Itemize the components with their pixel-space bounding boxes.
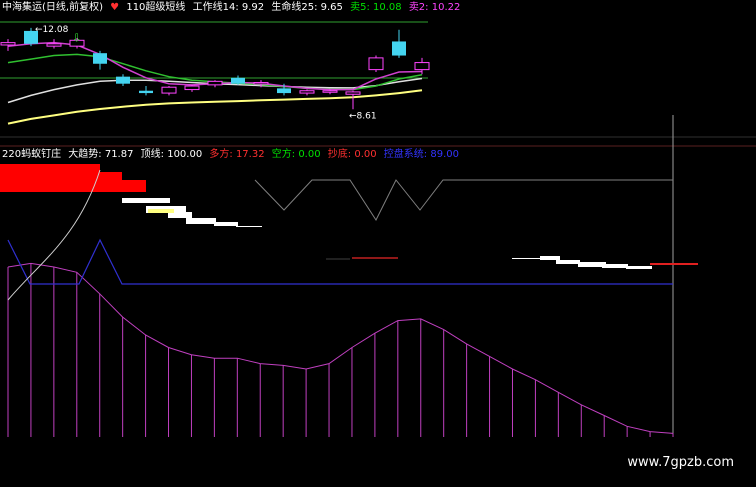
candle-body	[368, 57, 384, 71]
candle-body	[345, 91, 361, 95]
candle-body	[231, 77, 245, 84]
candle-body	[116, 76, 130, 84]
red-signal-block	[122, 180, 146, 192]
heart-icon: ♥	[110, 2, 120, 13]
yellow-tag-block	[148, 209, 174, 213]
candle-body	[161, 86, 177, 94]
indicator-panel-header: 220蚂蚁钉庄 大趋势: 71.87 顶线: 100.00 多方: 17.32 …	[2, 149, 463, 161]
candle-body	[93, 53, 107, 64]
chart-window: ←12.08 ←8.61 ⇩ 中海集运(日线,前复权) ♥ 110超级短线 工作线1…	[0, 0, 756, 487]
candle-body	[0, 42, 16, 46]
chart-canvas[interactable]: ←12.08 ←8.61 ⇩	[0, 0, 756, 487]
header-top-5: 卖5: 10.08	[350, 2, 402, 13]
header-bot-5: 抄底: 0.00	[327, 149, 377, 160]
white-signal-block	[236, 226, 262, 227]
white-signal-block	[122, 198, 170, 203]
header-bot-6: 控盘系统: 89.00	[383, 149, 459, 160]
candle-panel-header: 中海集运(日线,前复权) ♥ 110超级短线 工作线14: 9.92 生命线25…	[2, 2, 464, 14]
candle-body	[46, 43, 62, 47]
watermark-text: www.7gpzb.com	[627, 455, 734, 470]
header-bot-1: 大趋势: 71.87	[68, 149, 134, 160]
candle-body	[277, 88, 291, 94]
trend-line	[7, 262, 674, 434]
header-bot-2: 顶线: 100.00	[140, 149, 203, 160]
header-top-6: 卖2: 10.22	[408, 2, 461, 13]
red-signal-block	[100, 172, 122, 192]
candle-body	[139, 90, 153, 94]
white-signal-block	[556, 260, 580, 264]
header-top-0: 中海集运(日线,前复权)	[2, 2, 103, 13]
grey-zigzag-line	[254, 179, 673, 222]
header-bot-0: 220蚂蚁钉庄	[2, 149, 62, 160]
candle-body	[414, 62, 430, 71]
buy-arrow-icon: ⇩	[72, 32, 81, 45]
low-price-label: ←8.61	[349, 111, 377, 121]
candle-body	[299, 90, 315, 94]
white-signal-block	[186, 218, 216, 224]
candle-body	[207, 80, 223, 86]
candle-body	[392, 41, 406, 56]
candle-body	[184, 85, 200, 91]
red-signal-block	[0, 164, 100, 192]
white-signal-block	[578, 262, 606, 267]
header-bot-4: 空方: 0.00	[271, 149, 321, 160]
white-signal-block	[512, 258, 542, 259]
candle-body	[253, 82, 269, 85]
white-signal-block	[540, 256, 560, 260]
header-top-4: 生命线25: 9.65	[271, 2, 343, 13]
header-top-2: 110超级短线	[126, 2, 186, 13]
candle-body	[322, 90, 338, 93]
white-signal-block	[214, 222, 238, 226]
white-signal-block	[602, 264, 628, 268]
high-price-label: ←12.08	[35, 25, 69, 35]
header-bot-3: 多方: 17.32	[209, 149, 265, 160]
header-top-3: 工作线14: 9.92	[192, 2, 265, 13]
white-signal-block	[626, 266, 652, 269]
